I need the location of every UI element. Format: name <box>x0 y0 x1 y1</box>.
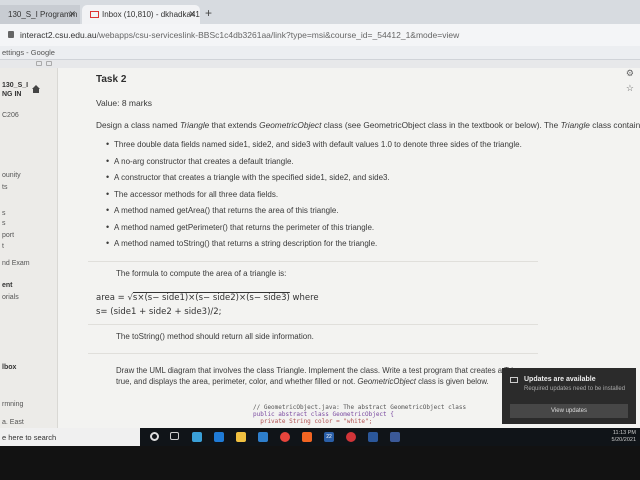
home-icon[interactable] <box>32 85 40 93</box>
list-item: A method named getPerimeter() that retur… <box>106 222 522 240</box>
opera-icon[interactable] <box>346 432 356 442</box>
sidebar-item[interactable]: port <box>2 232 14 239</box>
lock-icon <box>8 31 14 38</box>
tool-icon[interactable] <box>36 61 42 66</box>
sidebar-course-code[interactable]: 130_S_I <box>2 82 28 89</box>
photos-icon[interactable] <box>302 432 312 442</box>
tab-label: Inbox (10,810) - dkhadka410@ <box>102 10 200 19</box>
close-icon[interactable]: ✕ <box>68 9 76 20</box>
monitor-bezel <box>0 446 640 480</box>
sidebar-item[interactable]: lbox <box>2 364 16 371</box>
tab-inbox[interactable]: Inbox (10,810) - dkhadka410@ ✕ <box>82 5 200 24</box>
divider <box>88 324 538 325</box>
code-snippet: // GeometricObject.java: The abstract Ge… <box>253 404 467 425</box>
star-icon[interactable]: ☆ <box>626 83 634 94</box>
file-explorer-icon[interactable] <box>236 432 246 442</box>
sidebar-item[interactable]: nd Exam <box>2 260 30 267</box>
uml-instructions: Draw the UML diagram that involves the c… <box>116 366 516 386</box>
settings-icon[interactable]: ⚙ <box>626 68 634 79</box>
mail-icon[interactable]: 22 <box>324 432 334 442</box>
page-actions: ⚙ ☆ <box>626 68 634 94</box>
semi-perimeter-formula: s= (side1 + side2 + side3)/2; <box>96 307 222 317</box>
divider <box>88 353 538 354</box>
update-notification[interactable]: Updates are available Required updates n… <box>502 368 636 424</box>
close-icon[interactable]: ✕ <box>188 9 196 20</box>
sidebar-item[interactable]: rmning <box>2 401 23 408</box>
sidebar-item[interactable]: t <box>2 243 4 250</box>
list-item: Three double data fields named side1, si… <box>106 139 522 157</box>
clock-time: 11:13 PM <box>612 430 636 436</box>
clock-date: 5/20/2021 <box>611 437 636 443</box>
sidebar-item[interactable]: s <box>2 210 6 217</box>
task-view-icon[interactable] <box>170 432 179 440</box>
gmail-icon <box>90 11 99 18</box>
system-tray[interactable]: 11:13 PM 5/20/2021 <box>612 430 636 444</box>
address-bar[interactable]: interact2.csu.edu.au/webapps/csu-service… <box>0 24 640 46</box>
notification-title: Updates are available <box>524 376 596 383</box>
sidebar-course-sub: NG IN <box>2 91 22 98</box>
bookmarks-bar: ettings - Google <box>0 46 640 60</box>
word-icon[interactable] <box>368 432 378 442</box>
requirements-list: Three double data fields named side1, si… <box>106 139 522 256</box>
sidebar-item[interactable]: ounity <box>2 172 21 179</box>
store-icon[interactable] <box>258 432 268 442</box>
tostring-note: The toString() method should return all … <box>116 332 314 341</box>
notification-body: Required updates need to be installed <box>524 386 626 392</box>
ie-icon[interactable] <box>214 432 224 442</box>
task-value: Value: 8 marks <box>96 98 153 108</box>
sidebar-item[interactable]: C206 <box>2 112 19 119</box>
tool-icon[interactable] <box>46 61 52 66</box>
task-title: Task 2 <box>96 74 127 85</box>
list-item: A method named getArea() that returns th… <box>106 205 522 223</box>
sidebar-item[interactable]: s <box>2 220 6 227</box>
cortana-icon[interactable] <box>150 432 159 441</box>
formula-intro: The formula to compute the area of a tri… <box>116 269 287 278</box>
taskbar-search[interactable]: e here to search <box>0 428 140 446</box>
page-toolstrip <box>0 60 640 68</box>
bookmark-google-settings[interactable]: ettings - Google <box>2 48 55 57</box>
course-sidebar: 130_S_I NG IN C206 ounity ts s s port t … <box>0 68 58 428</box>
list-item: A constructor that creates a triangle wi… <box>106 172 522 190</box>
app-icon[interactable] <box>390 432 400 442</box>
divider <box>88 261 538 262</box>
taskbar: e here to search 22 11:13 PM 5/20/2021 <box>0 428 640 446</box>
update-icon <box>510 377 518 383</box>
sidebar-item[interactable]: ts <box>2 184 7 191</box>
url-text[interactable]: interact2.csu.edu.au/webapps/csu-service… <box>20 30 459 40</box>
list-item: A method named toString() that returns a… <box>106 238 522 256</box>
tab-programming[interactable]: 130_S_I Programm ✕ <box>0 5 80 24</box>
browser-tab-strip: 130_S_I Programm ✕ Inbox (10,810) - dkha… <box>0 0 640 24</box>
chrome-icon[interactable] <box>280 432 290 442</box>
tab-label: 130_S_I Programm <box>8 10 78 19</box>
task-intro: Design a class named Triangle that exten… <box>96 120 640 130</box>
sidebar-item[interactable]: a. East <box>2 419 24 426</box>
list-item: The accessor methods for all three data … <box>106 189 522 207</box>
new-tab-button[interactable]: + <box>205 6 212 20</box>
sidebar-item[interactable]: orials <box>2 294 19 301</box>
list-item: A no-arg constructor that creates a defa… <box>106 156 522 174</box>
edge-icon[interactable] <box>192 432 202 442</box>
area-formula: area = √s×(s− side1)×(s− side2)×(s− side… <box>96 293 319 303</box>
sidebar-item[interactable]: ent <box>2 282 13 289</box>
view-updates-button[interactable]: View updates <box>510 404 628 418</box>
